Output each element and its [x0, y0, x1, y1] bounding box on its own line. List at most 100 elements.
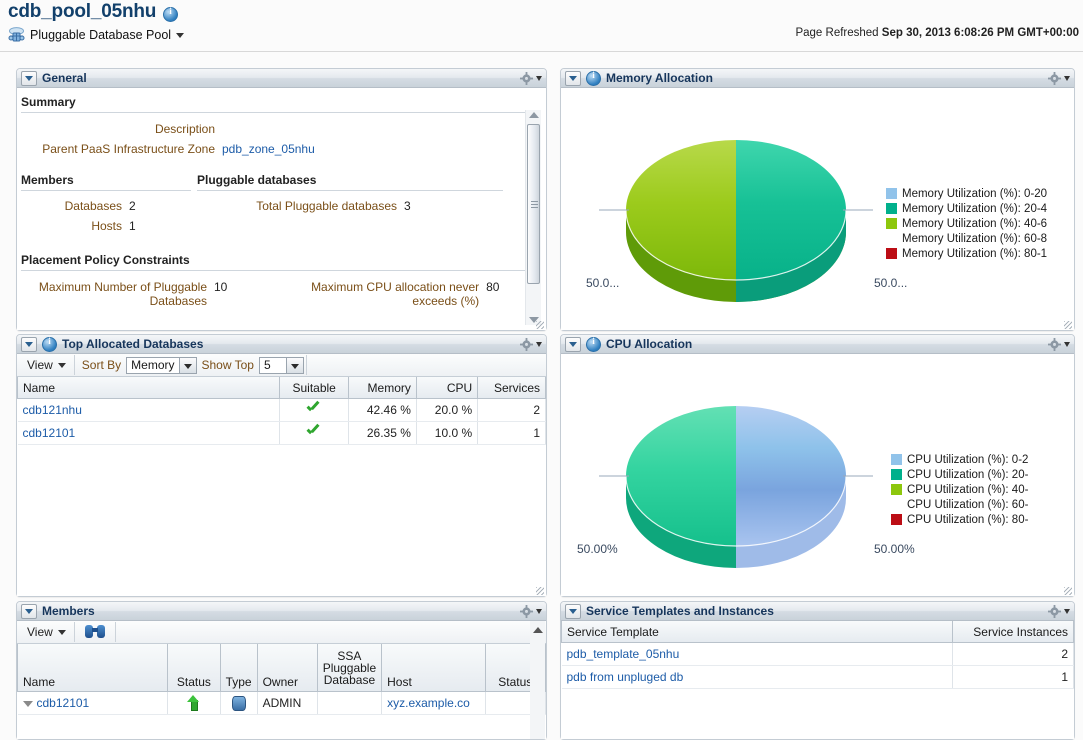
column-header-services[interactable]: Services	[477, 377, 546, 399]
table-row[interactable]: pdb_template_05nhu 2	[561, 642, 1074, 666]
chevron-down-icon[interactable]	[285, 357, 303, 373]
legend-item[interactable]: Memory Utilization (%): 40-6	[886, 216, 1047, 231]
member-link[interactable]: cdb12101	[37, 696, 90, 710]
column-header-ssa-pluggable-database[interactable]: SSA Pluggable Database	[316, 644, 383, 692]
service-template-link[interactable]: pdb_template_05nhu	[567, 647, 680, 661]
host-link[interactable]: xyz.example.co	[387, 696, 470, 710]
pluggable-divider	[197, 190, 503, 191]
gear-icon[interactable]	[520, 338, 533, 351]
cell-owner: ADMIN	[257, 691, 318, 715]
cell-service-template[interactable]: pdb from unpluged db	[561, 665, 953, 689]
gear-icon[interactable]	[520, 72, 533, 85]
legend-item[interactable]: Memory Utilization (%): 20-4	[886, 201, 1047, 216]
gear-icon[interactable]	[1048, 338, 1061, 351]
collapse-icon[interactable]	[21, 603, 37, 619]
info-icon[interactable]	[42, 336, 57, 352]
sort-by-select[interactable]: Memory	[126, 356, 197, 374]
info-icon[interactable]	[163, 6, 178, 22]
service-templates-table: Service Template Service Instances pdb_t…	[561, 621, 1074, 689]
column-header-owner[interactable]: Owner	[256, 644, 318, 692]
show-top-select[interactable]: 5	[258, 356, 304, 374]
gear-chevron-icon[interactable]	[536, 342, 542, 347]
chevron-down-icon[interactable]	[176, 32, 185, 38]
database-link[interactable]: cdb12101	[23, 426, 76, 440]
database-link[interactable]: cdb121nhu	[23, 403, 82, 417]
legend-item[interactable]: CPU Utilization (%): 60-	[891, 497, 1028, 512]
scroll-up-icon[interactable]	[533, 627, 543, 633]
collapse-icon[interactable]	[565, 336, 581, 352]
cell-host[interactable]: xyz.example.co	[381, 691, 486, 715]
scroll-up-icon[interactable]	[529, 112, 539, 118]
collapse-icon[interactable]	[21, 70, 37, 86]
members-scrollbar[interactable]	[530, 621, 545, 739]
legend-item[interactable]: CPU Utilization (%): 0-2	[891, 452, 1028, 467]
members-heading: Members	[21, 173, 74, 187]
table-header-row: Service Template Service Instances	[561, 621, 1074, 643]
memory-panel-title: Memory Allocation	[606, 71, 713, 85]
column-header-memory[interactable]: Memory	[348, 377, 417, 399]
column-header-cpu[interactable]: CPU	[415, 377, 479, 399]
cpu-panel-title: CPU Allocation	[606, 337, 693, 351]
gear-icon[interactable]	[520, 605, 533, 618]
breadcrumb[interactable]: Pluggable Database Pool	[8, 24, 185, 46]
expand-icon[interactable]	[22, 700, 33, 707]
cell-name[interactable]: cdb121nhu	[17, 398, 280, 422]
info-icon[interactable]	[586, 336, 601, 352]
column-header-name[interactable]: Name	[17, 377, 280, 399]
scrollbar-thumb[interactable]	[527, 124, 540, 284]
members-row: Hosts 1	[17, 216, 135, 236]
column-header-service-template[interactable]: Service Template	[561, 621, 953, 643]
legend-label: CPU Utilization (%): 40-	[907, 483, 1029, 496]
gear-chevron-icon[interactable]	[1064, 342, 1070, 347]
legend-item[interactable]: Memory Utilization (%): 60-8	[886, 231, 1047, 246]
table-row[interactable]: cdb12101 26.35 % 10.0 % 1	[17, 421, 546, 445]
resize-handle[interactable]	[536, 587, 544, 595]
table-row[interactable]: pdb from unpluged db 1	[561, 665, 1074, 689]
gear-icon[interactable]	[1048, 72, 1061, 85]
legend-swatch	[891, 454, 902, 465]
column-header-status[interactable]: Status	[167, 644, 221, 692]
service-template-link[interactable]: pdb from unpluged db	[567, 670, 684, 684]
gear-chevron-icon[interactable]	[536, 609, 542, 614]
column-header-name[interactable]: Name	[17, 644, 169, 692]
gear-icon[interactable]	[1048, 605, 1061, 618]
legend-item[interactable]: Memory Utilization (%): 0-20	[886, 186, 1047, 201]
table-row[interactable]: cdb12101 ADMIN xyz.example.co	[17, 691, 546, 715]
column-header-type[interactable]: Type	[219, 644, 258, 692]
column-header-suitable[interactable]: Suitable	[278, 377, 350, 399]
parent-zone-value[interactable]: pdb_zone_05nhu	[222, 139, 517, 159]
resize-handle[interactable]	[536, 321, 544, 329]
legend-item[interactable]: CPU Utilization (%): 80-	[891, 512, 1028, 527]
info-icon[interactable]	[586, 70, 601, 86]
parent-zone-link[interactable]: pdb_zone_05nhu	[222, 142, 315, 156]
legend-item[interactable]: CPU Utilization (%): 20-	[891, 467, 1028, 482]
resize-handle[interactable]	[1064, 321, 1072, 329]
collapse-icon[interactable]	[21, 336, 37, 352]
resize-handle[interactable]	[1064, 587, 1072, 595]
chevron-down-icon[interactable]	[178, 357, 196, 373]
column-header-host[interactable]: Host	[381, 644, 486, 692]
view-menu-label: View	[27, 358, 53, 372]
collapse-icon[interactable]	[565, 603, 581, 619]
table-row[interactable]: cdb121nhu 42.46 % 20.0 % 2	[17, 398, 546, 422]
general-scrollbar[interactable]	[525, 110, 541, 325]
top-allocated-toolbar: View Sort By Memory Show Top 5	[17, 354, 546, 377]
placement-row: Maximum CPU allocation never exceeds (%)…	[299, 277, 546, 311]
cell-name[interactable]: cdb12101	[17, 691, 169, 715]
cell-name[interactable]: cdb12101	[17, 421, 280, 445]
members-panel-title: Members	[42, 604, 95, 618]
legend-item[interactable]: Memory Utilization (%): 80-1	[886, 246, 1047, 261]
binoculars-icon[interactable]	[84, 625, 105, 639]
view-menu-button[interactable]: View	[21, 356, 72, 374]
gear-chevron-icon[interactable]	[1064, 76, 1070, 81]
view-menu-button[interactable]: View	[21, 623, 72, 641]
column-header-service-instances[interactable]: Service Instances	[952, 621, 1074, 643]
cell-service-template[interactable]: pdb_template_05nhu	[561, 642, 953, 666]
legend-item[interactable]: CPU Utilization (%): 40-	[891, 482, 1028, 497]
summary-row: Description	[17, 119, 517, 139]
cell-suitable	[279, 421, 350, 445]
collapse-icon[interactable]	[565, 70, 581, 86]
gear-chevron-icon[interactable]	[536, 76, 542, 81]
scrollbar-grip	[531, 201, 538, 208]
gear-chevron-icon[interactable]	[1064, 609, 1070, 614]
